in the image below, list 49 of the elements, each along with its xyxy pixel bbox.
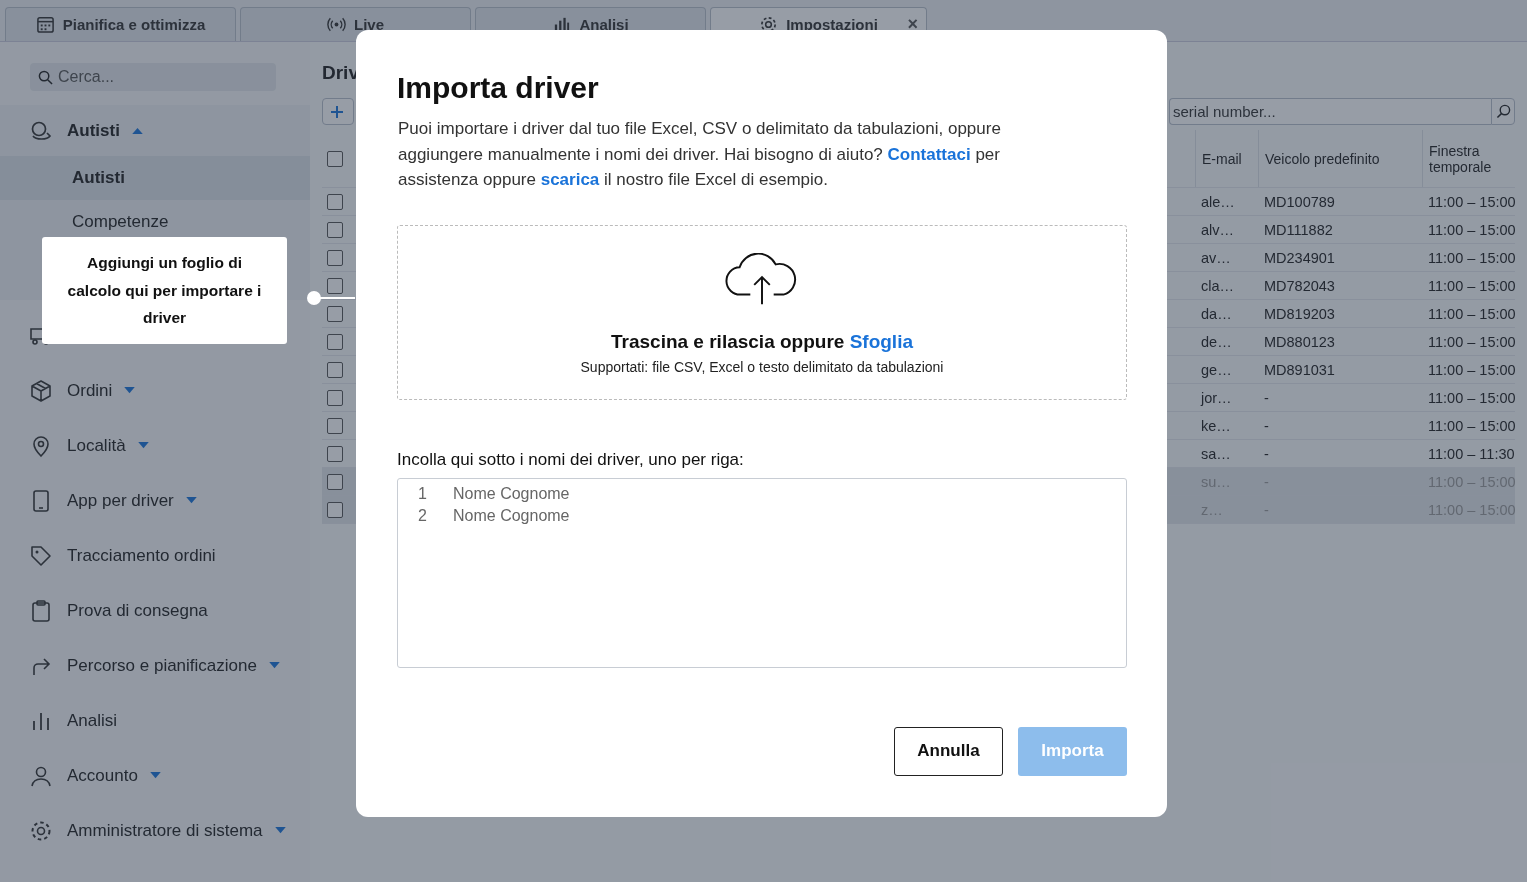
table-cell-text: av… xyxy=(1200,249,1232,266)
table-cell-text: 11:00 – 15:00 xyxy=(1427,389,1515,406)
drop-instruction: Trascina e rilascia oppure Sfoglia xyxy=(611,330,913,353)
table-cell-text: 11:00 – 15:00 xyxy=(1427,193,1515,210)
placeholder-text: Nome Cognome xyxy=(453,505,570,526)
table-cell-text: 11:00 – 15:00 xyxy=(1427,277,1515,294)
supported-formats-text: Supportati: file CSV, Excel o testo delimitato da tabulazioni xyxy=(580,358,944,375)
table-cell-text: MD819203 xyxy=(1263,305,1336,322)
line-number: 2 xyxy=(417,505,428,526)
table-cell-text: MD891031 xyxy=(1263,361,1336,378)
line-number: 1 xyxy=(417,483,428,504)
column-header: Finestra temporale xyxy=(1422,130,1515,187)
table-cell-text: 11:00 – 11:30 xyxy=(1427,445,1515,462)
table-cell-text: ale… xyxy=(1200,193,1236,210)
table-cell-text: - xyxy=(1263,417,1270,434)
table-cell-text: - xyxy=(1263,445,1270,462)
table-cell-text: - xyxy=(1263,389,1270,406)
table-cell-text: MD880123 xyxy=(1263,333,1336,350)
table-cell-text: 11:00 – 15:00 xyxy=(1427,249,1515,266)
table-cell-text: - xyxy=(1263,501,1270,518)
table-cell-text: 11:00 – 15:00 xyxy=(1427,305,1515,322)
table-cell-text: ge… xyxy=(1200,361,1233,378)
column-header: Veicolo predefinito xyxy=(1258,130,1422,187)
field-label: Incolla qui sotto i nomi dei driver, uno per riga: xyxy=(397,449,745,470)
table-cell-text: MD782043 xyxy=(1263,277,1336,294)
table-cell-text: cla… xyxy=(1200,277,1236,294)
table-cell-text: 11:00 – 15:00 xyxy=(1427,333,1515,350)
table-cell-text: alv… xyxy=(1200,221,1236,238)
placeholder-text: Nome Cognome xyxy=(453,483,570,504)
table-cell-text: sa… xyxy=(1200,445,1232,462)
table-cell-text: de… xyxy=(1200,333,1233,350)
tab-label: Pianifica e ottimizza xyxy=(62,16,206,33)
dialog-title: Importa driver xyxy=(397,70,600,106)
table-cell-text: 11:00 – 15:00 xyxy=(1427,361,1515,378)
tab-label: Analisi xyxy=(579,16,629,33)
table-cell-text: - xyxy=(1263,473,1270,490)
table-cell-text: jor… xyxy=(1199,389,1233,406)
table-cell-text: MD234901 xyxy=(1263,249,1336,266)
column-header: E-mail xyxy=(1195,130,1258,187)
intro-text: Puoi importare i driver dal tuo file Excel, CSV o delimitato da tabulazioni, oppure aggiungere manualmente i nomi dei driver. Hai bisogno di aiuto? Contattaci per assistenza oppure scarica il nostro file Excel di esempio. xyxy=(398,118,1002,191)
table-cell-text: 11:00 – 15:00 xyxy=(1427,221,1515,238)
tab-label: Impostazioni xyxy=(786,16,878,33)
table-cell-text: ke… xyxy=(1200,417,1232,434)
table-cell-text: da… xyxy=(1200,305,1233,322)
table-cell-text: 11:00 – 15:00 xyxy=(1427,417,1515,434)
table-cell-text: MD111882 xyxy=(1263,221,1334,238)
tab-label: Live xyxy=(354,16,384,33)
table-cell-text: MD100789 xyxy=(1263,193,1336,210)
tooltip: Aggiungi un foglio di calcolo qui per importare i driver xyxy=(42,237,287,344)
